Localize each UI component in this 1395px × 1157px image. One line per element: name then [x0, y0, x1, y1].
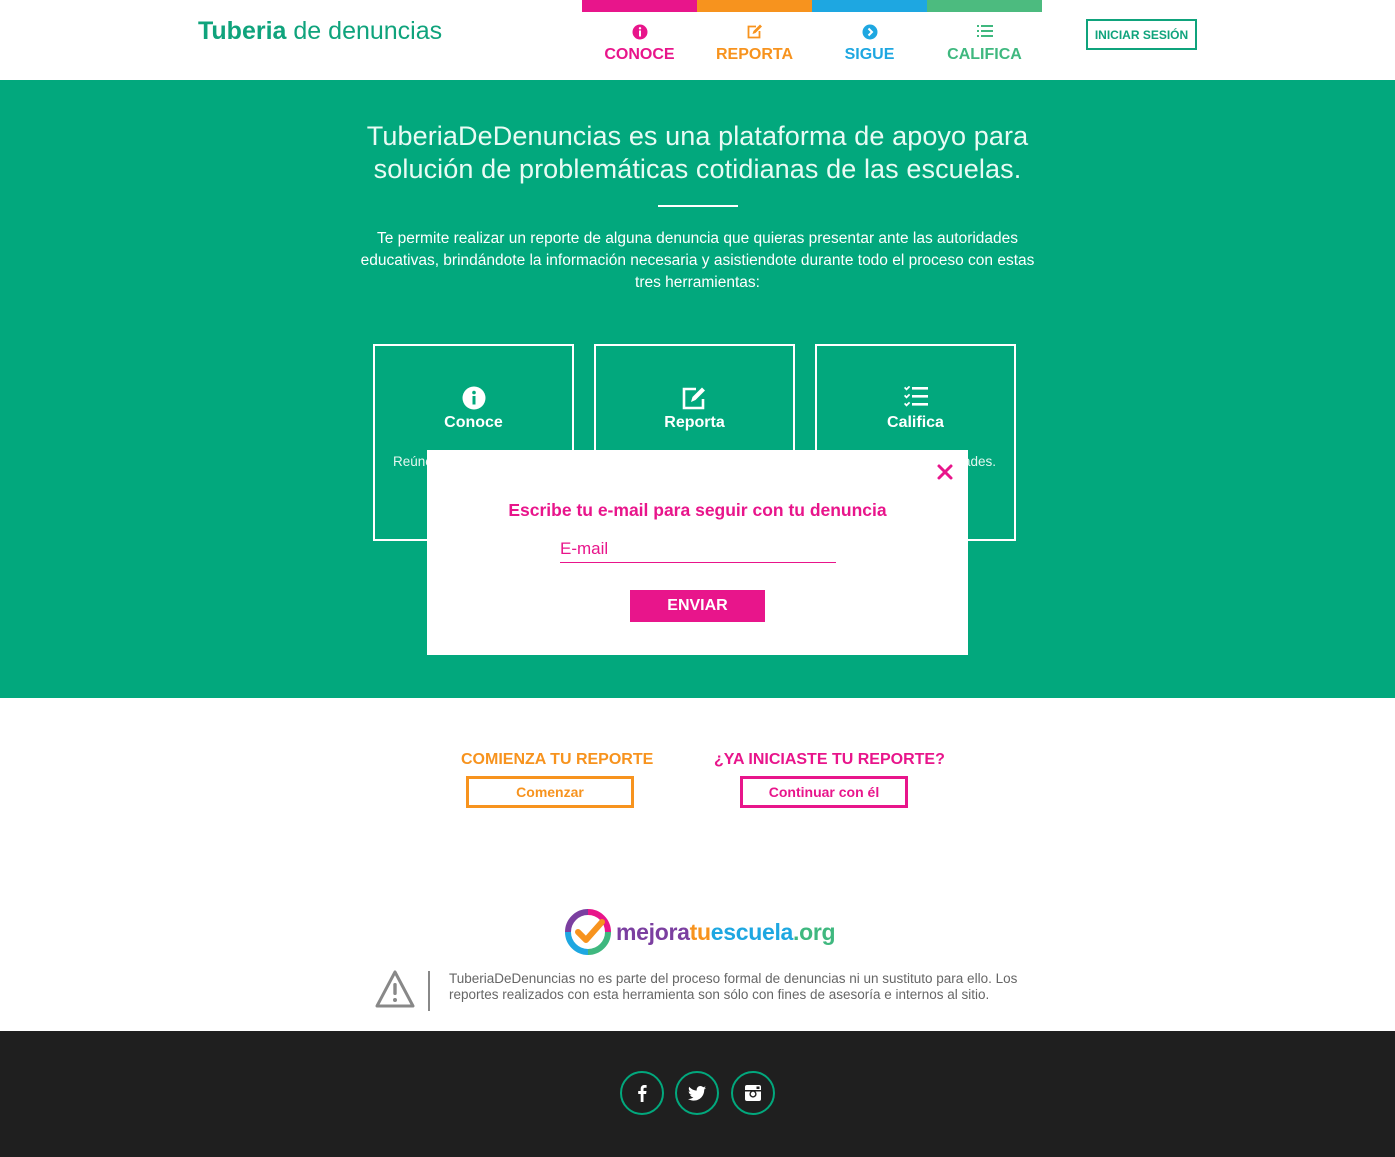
nav-label: REPORTA — [715, 46, 794, 63]
warning-icon — [375, 969, 415, 1014]
chevron-right-icon — [812, 24, 927, 42]
nav-bar — [582, 0, 697, 12]
modal-title: Escribe tu e-mail para seguir con tu den… — [508, 500, 887, 520]
close-icon[interactable] — [936, 463, 954, 481]
info-icon — [375, 386, 572, 410]
footer — [0, 1031, 1395, 1157]
nav-item-conoce[interactable]: CONOCE — [582, 0, 697, 80]
nav-label: CALIFICA — [947, 46, 1022, 63]
email-modal: Escribe tu e-mail para seguir con tu den… — [427, 450, 968, 655]
email-input[interactable] — [560, 536, 836, 563]
start-button[interactable]: Comenzar — [466, 776, 634, 808]
header: Tuberia de denuncias CONOCE REPORTA SIGU… — [0, 0, 1395, 80]
nav-bar — [812, 0, 927, 12]
nav-bar — [697, 0, 812, 12]
nav-label: SIGUE — [844, 46, 895, 63]
brand-light: de denuncias — [293, 17, 443, 45]
send-button[interactable]: ENVIAR — [630, 590, 765, 622]
divider — [658, 205, 738, 207]
nav-label: CONOCE — [604, 46, 675, 63]
twitter-icon[interactable] — [675, 1071, 719, 1115]
start-report-title: COMIENZA TU REPORTE — [461, 751, 654, 768]
list-icon — [927, 24, 1042, 42]
list-icon — [817, 386, 1014, 410]
nav-item-reporta[interactable]: REPORTA — [697, 0, 812, 80]
brand-bold: Tuberia — [198, 17, 287, 45]
nav-bar — [927, 0, 1042, 12]
main-nav: CONOCE REPORTA SIGUE CALIFICA — [582, 0, 1042, 80]
card-title: Reporta — [664, 414, 725, 431]
edit-icon — [596, 386, 793, 410]
mejoratuescuela-logo[interactable]: mejoratuescuela.org — [564, 908, 836, 956]
divider — [428, 971, 430, 1011]
instagram-icon[interactable] — [731, 1071, 775, 1115]
info-icon — [582, 24, 697, 42]
nav-item-califica[interactable]: CALIFICA — [927, 0, 1042, 80]
hero-description: Te permite realizar un reporte de alguna… — [360, 230, 1035, 291]
continue-report-title: ¿YA INICIASTE TU REPORTE? — [714, 751, 945, 768]
nav-item-sigue[interactable]: SIGUE — [812, 0, 927, 80]
logo-text: mejoratuescuela.org — [616, 918, 836, 945]
check-badge-icon — [565, 909, 611, 955]
disclaimer-text: TuberiaDeDenuncias no es parte del proce… — [449, 971, 1018, 1002]
edit-icon — [697, 24, 812, 42]
continue-button[interactable]: Continuar con él — [740, 776, 908, 808]
facebook-icon[interactable] — [620, 1071, 664, 1115]
card-title: Califica — [887, 414, 944, 431]
hero-title: TuberiaDeDenuncias es una plataforma de … — [366, 121, 1029, 184]
card-title: Conoce — [444, 414, 503, 431]
brand-logo[interactable]: Tuberia de denuncias — [198, 17, 442, 46]
login-button[interactable]: INICIAR SESIÓN — [1086, 19, 1197, 50]
